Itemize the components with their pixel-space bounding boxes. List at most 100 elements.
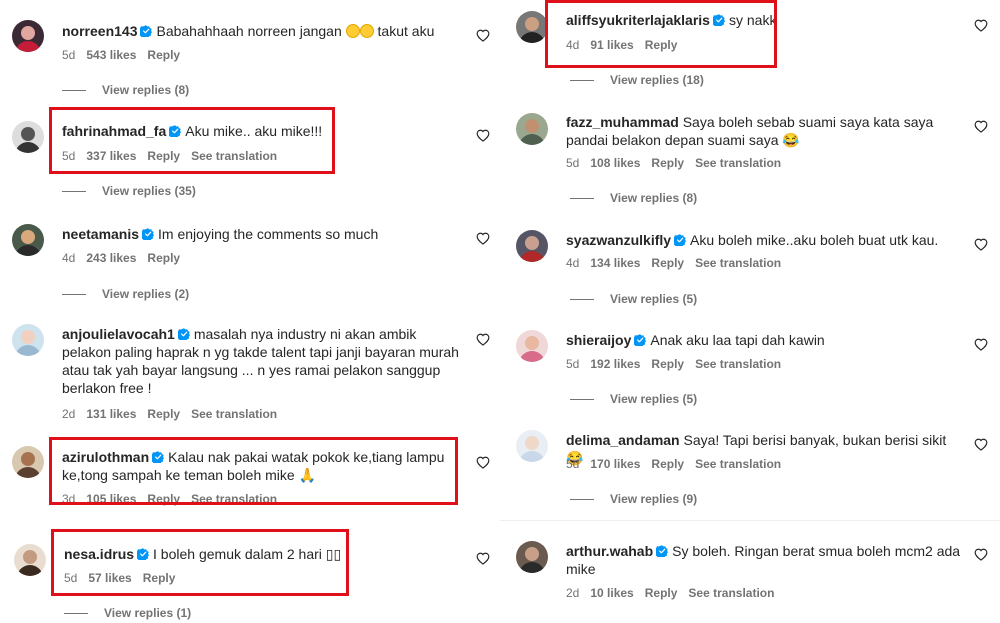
like-count[interactable]: 243 likes bbox=[86, 251, 136, 265]
like-count[interactable]: 105 likes bbox=[86, 492, 136, 506]
comment-meta: 2d 10 likes Reply See translation bbox=[566, 585, 785, 601]
view-replies-button[interactable]: View replies (1) bbox=[64, 606, 191, 620]
reply-button[interactable]: Reply bbox=[147, 407, 180, 421]
like-heart-icon[interactable] bbox=[476, 456, 490, 469]
replies-line bbox=[64, 613, 88, 615]
like-count[interactable]: 108 likes bbox=[590, 156, 640, 170]
see-translation-button[interactable]: See translation bbox=[191, 492, 277, 506]
timestamp: 4d bbox=[566, 256, 580, 270]
view-replies-button[interactable]: View replies (8) bbox=[570, 191, 697, 205]
like-heart-icon[interactable] bbox=[974, 120, 988, 133]
like-heart-icon[interactable] bbox=[476, 552, 490, 565]
replies-line bbox=[570, 198, 594, 200]
comment-meta: 5d 337 likes Reply See translation bbox=[62, 148, 288, 164]
like-heart-icon[interactable] bbox=[974, 19, 988, 32]
verified-badge-icon bbox=[674, 234, 686, 246]
reply-button[interactable]: Reply bbox=[651, 457, 684, 471]
like-count[interactable]: 170 likes bbox=[590, 457, 640, 471]
username[interactable]: norreen143 bbox=[62, 23, 137, 39]
username[interactable]: aliffsyukriterlajaklaris bbox=[566, 12, 710, 28]
like-count[interactable]: 131 likes bbox=[86, 407, 136, 421]
view-replies-label: View replies (1) bbox=[104, 606, 192, 620]
avatar[interactable] bbox=[12, 224, 44, 256]
timestamp: 5d bbox=[566, 156, 580, 170]
like-heart-icon[interactable] bbox=[974, 438, 988, 451]
username[interactable]: fazz_muhammad bbox=[566, 114, 679, 130]
username[interactable]: arthur.wahab bbox=[566, 543, 653, 559]
reply-button[interactable]: Reply bbox=[651, 156, 684, 170]
reply-button[interactable]: Reply bbox=[651, 357, 684, 371]
see-translation-button[interactable]: See translation bbox=[695, 357, 781, 371]
like-heart-icon[interactable] bbox=[476, 232, 490, 245]
avatar[interactable] bbox=[12, 20, 44, 52]
reply-button[interactable]: Reply bbox=[651, 256, 684, 270]
like-count[interactable]: 57 likes bbox=[88, 571, 131, 585]
reply-button[interactable]: Reply bbox=[645, 586, 678, 600]
like-count[interactable]: 192 likes bbox=[590, 357, 640, 371]
like-heart-icon[interactable] bbox=[476, 29, 490, 42]
view-replies-button[interactable]: View replies (8) bbox=[62, 83, 189, 97]
avatar[interactable] bbox=[516, 11, 548, 43]
like-heart-icon[interactable] bbox=[974, 238, 988, 251]
like-count[interactable]: 10 likes bbox=[590, 586, 633, 600]
like-count[interactable]: 91 likes bbox=[590, 38, 633, 52]
comment-meta: 5d 170 likes Reply See translation bbox=[566, 456, 792, 472]
comment-meta: 5d 57 likes Reply bbox=[64, 570, 186, 586]
reply-button[interactable]: Reply bbox=[645, 38, 678, 52]
like-count[interactable]: 337 likes bbox=[86, 149, 136, 163]
avatar[interactable] bbox=[12, 324, 44, 356]
see-translation-button[interactable]: See translation bbox=[695, 256, 781, 270]
username[interactable]: syazwanzulkifly bbox=[566, 232, 671, 248]
avatar[interactable] bbox=[516, 113, 548, 145]
username[interactable]: anjoulielavocah1 bbox=[62, 326, 175, 342]
comment-text: norreen143 Babahahhaah norreen jangan tak… bbox=[62, 22, 462, 40]
comment-body: Anak aku laa tapi dah kawin bbox=[650, 332, 825, 348]
view-replies-button[interactable]: View replies (9) bbox=[570, 492, 697, 506]
comment-text: aliffsyukriterlajaklaris sy nakk bbox=[566, 11, 966, 29]
comment-body: sy nakk bbox=[728, 12, 777, 28]
avatar[interactable] bbox=[516, 230, 548, 262]
reply-button[interactable]: Reply bbox=[147, 251, 180, 265]
avatar[interactable] bbox=[12, 121, 44, 153]
avatar[interactable] bbox=[516, 541, 548, 573]
reply-button[interactable]: Reply bbox=[147, 48, 180, 62]
comment-text: shieraijoy Anak aku laa tapi dah kawin bbox=[566, 331, 966, 349]
comment-text: azirulothman Kalau nak pakai watak pokok … bbox=[62, 448, 462, 484]
see-translation-button[interactable]: See translation bbox=[191, 407, 277, 421]
view-replies-button[interactable]: View replies (2) bbox=[62, 287, 189, 301]
like-count[interactable]: 134 likes bbox=[590, 256, 640, 270]
username[interactable]: neetamanis bbox=[62, 226, 139, 242]
replies-line bbox=[570, 299, 594, 301]
comments-column-right: aliffsyukriterlajaklaris sy nakk 4d 91 lik… bbox=[500, 0, 1000, 623]
avatar[interactable] bbox=[516, 430, 548, 462]
reply-button[interactable]: Reply bbox=[143, 571, 176, 585]
reply-button[interactable]: Reply bbox=[147, 149, 180, 163]
comment-body: Aku boleh mike..aku boleh buat utk kau. bbox=[690, 232, 939, 248]
avatar[interactable] bbox=[12, 446, 44, 478]
avatar[interactable] bbox=[516, 330, 548, 362]
view-replies-button[interactable]: View replies (5) bbox=[570, 392, 697, 406]
comment-text: fahrinahmad_fa Aku mike.. aku mike!!! bbox=[62, 122, 462, 140]
see-translation-button[interactable]: See translation bbox=[695, 156, 781, 170]
username[interactable]: nesa.idrus bbox=[64, 546, 134, 562]
username[interactable]: shieraijoy bbox=[566, 332, 631, 348]
timestamp: 5d bbox=[62, 149, 76, 163]
like-heart-icon[interactable] bbox=[476, 129, 490, 142]
view-replies-button[interactable]: View replies (18) bbox=[570, 73, 704, 87]
username[interactable]: fahrinahmad_fa bbox=[62, 123, 166, 139]
username[interactable]: azirulothman bbox=[62, 449, 149, 465]
view-replies-button[interactable]: View replies (35) bbox=[62, 184, 196, 198]
username[interactable]: delima_andaman bbox=[566, 432, 680, 448]
avatar[interactable] bbox=[14, 544, 46, 576]
see-translation-button[interactable]: See translation bbox=[191, 149, 277, 163]
like-heart-icon[interactable] bbox=[974, 338, 988, 351]
like-count[interactable]: 543 likes bbox=[86, 48, 136, 62]
see-translation-button[interactable]: See translation bbox=[688, 586, 774, 600]
replies-line bbox=[62, 90, 86, 92]
like-heart-icon[interactable] bbox=[974, 548, 988, 561]
like-heart-icon[interactable] bbox=[476, 333, 490, 346]
comment-meta: 4d 243 likes Reply bbox=[62, 250, 191, 266]
view-replies-button[interactable]: View replies (5) bbox=[570, 292, 697, 306]
see-translation-button[interactable]: See translation bbox=[695, 457, 781, 471]
reply-button[interactable]: Reply bbox=[147, 492, 180, 506]
